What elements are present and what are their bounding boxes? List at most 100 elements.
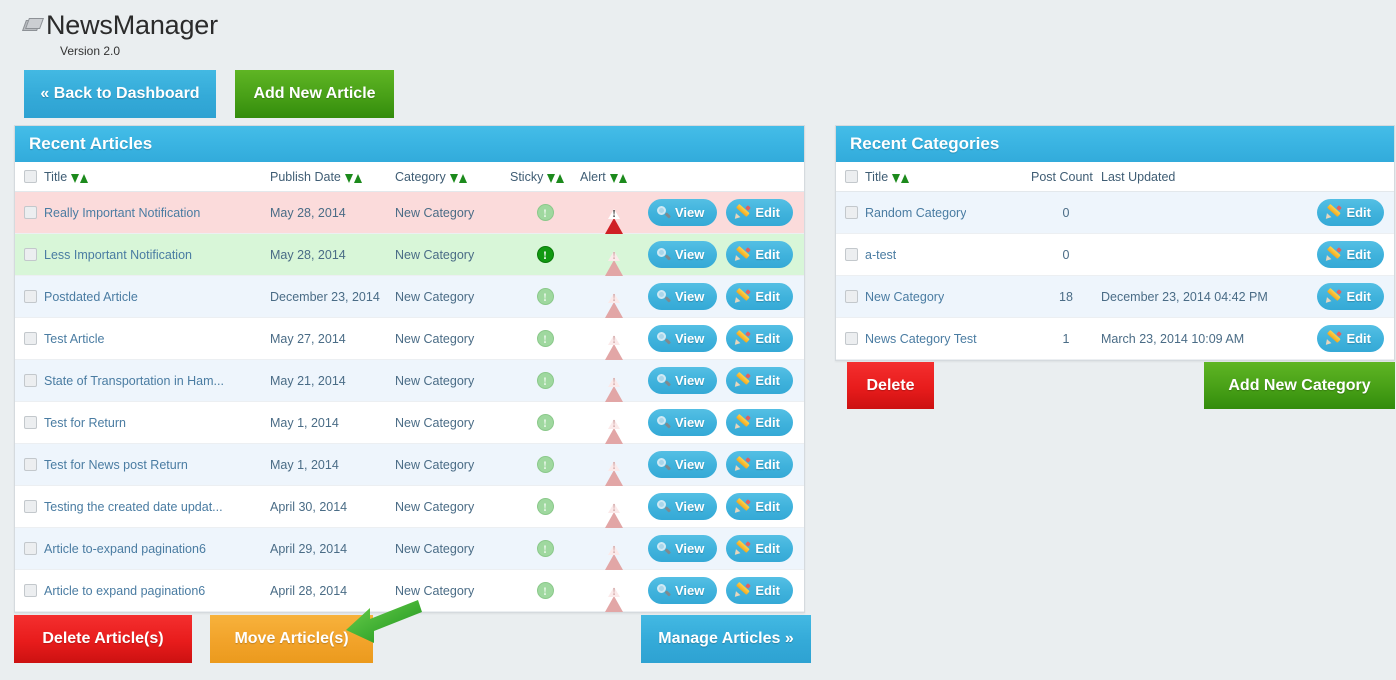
sort-alert-icon[interactable] xyxy=(609,174,627,183)
row-checkbox[interactable] xyxy=(24,584,37,597)
edit-button[interactable]: Edit xyxy=(1317,241,1384,268)
sort-publish-date-icon[interactable] xyxy=(344,174,362,183)
delete-category-button[interactable]: Delete xyxy=(847,362,934,409)
table-row[interactable]: Test Article May 27, 2014 New Category!! Vi… xyxy=(15,317,804,360)
alert-off-icon[interactable]: ! xyxy=(605,498,624,528)
edit-button[interactable]: Edit xyxy=(1317,325,1384,352)
view-button[interactable]: View xyxy=(648,241,718,268)
col-header-category[interactable]: Category xyxy=(395,162,510,192)
article-title-link[interactable]: Test for Return xyxy=(44,416,126,430)
table-row[interactable]: Article to-expand pagination6 April 29, 2… xyxy=(15,527,804,570)
table-row[interactable]: Postdated Article December 23, 2014 New Ca… xyxy=(15,275,804,318)
view-button[interactable]: View xyxy=(648,367,718,394)
sticky-off-icon[interactable]: ! xyxy=(536,288,554,305)
back-to-dashboard-button[interactable]: « Back to Dashboard xyxy=(24,70,216,118)
alert-off-icon[interactable]: ! xyxy=(605,414,624,444)
article-title-link[interactable]: Test for News post Return xyxy=(44,458,188,472)
row-checkbox[interactable] xyxy=(24,248,37,261)
row-checkbox[interactable] xyxy=(24,374,37,387)
row-checkbox[interactable] xyxy=(24,332,37,345)
sticky-off-icon[interactable]: ! xyxy=(536,204,554,221)
article-title-link[interactable]: Really Important Notification xyxy=(44,206,200,220)
sort-sticky-icon[interactable] xyxy=(547,174,565,183)
alert-off-icon[interactable]: ! xyxy=(605,330,624,360)
view-button[interactable]: View xyxy=(648,493,718,520)
article-title-link[interactable]: Article to expand pagination6 xyxy=(44,584,205,598)
sticky-off-icon[interactable]: ! xyxy=(536,540,554,557)
edit-button[interactable]: Edit xyxy=(726,367,793,394)
sticky-on-icon[interactable]: ! xyxy=(536,246,554,263)
article-title-link[interactable]: Test Article xyxy=(44,332,104,346)
row-checkbox[interactable] xyxy=(24,206,37,219)
sort-category-icon[interactable] xyxy=(449,174,467,183)
edit-button[interactable]: Edit xyxy=(726,199,793,226)
edit-button[interactable]: Edit xyxy=(1317,199,1384,226)
sticky-off-icon[interactable]: ! xyxy=(536,456,554,473)
alert-off-icon[interactable]: ! xyxy=(605,288,624,318)
row-checkbox[interactable] xyxy=(24,542,37,555)
row-checkbox[interactable] xyxy=(24,416,37,429)
row-checkbox[interactable] xyxy=(24,500,37,513)
add-new-category-button[interactable]: Add New Category xyxy=(1204,362,1395,409)
cat-col-header-title[interactable]: Title xyxy=(836,162,1031,192)
table-row[interactable]: Test for News post Return May 1, 2014 New … xyxy=(15,443,804,486)
row-checkbox[interactable] xyxy=(845,332,858,345)
category-title-link[interactable]: New Category xyxy=(865,290,944,304)
sticky-off-icon[interactable]: ! xyxy=(536,582,554,599)
row-checkbox[interactable] xyxy=(24,458,37,471)
table-row[interactable]: New Category 18 December 23, 2014 04:42 PM… xyxy=(836,275,1394,318)
article-title-link[interactable]: Less Important Notification xyxy=(44,248,192,262)
category-title-link[interactable]: News Category Test xyxy=(865,332,977,346)
alert-on-icon[interactable]: ! xyxy=(605,204,624,234)
sticky-off-icon[interactable]: ! xyxy=(536,414,554,431)
sticky-off-icon[interactable]: ! xyxy=(536,498,554,515)
edit-button[interactable]: Edit xyxy=(726,409,793,436)
move-articles-button[interactable]: Move Article(s) xyxy=(210,615,373,663)
article-title-link[interactable]: State of Transportation in Ham... xyxy=(44,374,224,388)
edit-button[interactable]: Edit xyxy=(726,241,793,268)
sort-title-icon[interactable] xyxy=(71,174,89,183)
col-header-title[interactable]: Title xyxy=(15,162,270,192)
delete-articles-button[interactable]: Delete Article(s) xyxy=(14,615,192,663)
view-button[interactable]: View xyxy=(648,535,718,562)
edit-button[interactable]: Edit xyxy=(726,493,793,520)
view-button[interactable]: View xyxy=(648,199,718,226)
article-title-link[interactable]: Postdated Article xyxy=(44,290,138,304)
edit-button[interactable]: Edit xyxy=(726,577,793,604)
sticky-off-icon[interactable]: ! xyxy=(536,372,554,389)
table-row[interactable]: Article to expand pagination6 April 28, 2… xyxy=(15,569,804,612)
col-header-publish-date[interactable]: Publish Date xyxy=(270,162,395,192)
sort-cat-title-icon[interactable] xyxy=(892,174,910,183)
edit-button[interactable]: Edit xyxy=(1317,283,1384,310)
article-title-link[interactable]: Testing the created date updat... xyxy=(44,500,223,514)
alert-off-icon[interactable]: ! xyxy=(605,582,624,612)
table-row[interactable]: State of Transportation in Ham... May 21,… xyxy=(15,359,804,402)
table-row[interactable]: Less Important Notification May 28, 2014 N… xyxy=(15,233,804,276)
view-button[interactable]: View xyxy=(648,577,718,604)
table-row[interactable]: News Category Test 1 March 23, 2014 10:09 … xyxy=(836,317,1394,360)
view-button[interactable]: View xyxy=(648,409,718,436)
edit-button[interactable]: Edit xyxy=(726,535,793,562)
alert-off-icon[interactable]: ! xyxy=(605,456,624,486)
category-title-link[interactable]: Random Category xyxy=(865,206,966,220)
edit-button[interactable]: Edit xyxy=(726,451,793,478)
table-row[interactable]: Testing the created date updat... April 3… xyxy=(15,485,804,528)
select-all-articles-checkbox[interactable] xyxy=(24,170,37,183)
col-header-alert[interactable]: Alert xyxy=(580,162,648,192)
add-new-article-button[interactable]: Add New Article xyxy=(235,70,394,118)
view-button[interactable]: View xyxy=(648,451,718,478)
manage-articles-button[interactable]: Manage Articles » xyxy=(641,615,811,663)
edit-button[interactable]: Edit xyxy=(726,325,793,352)
sticky-off-icon[interactable]: ! xyxy=(536,330,554,347)
alert-off-icon[interactable]: ! xyxy=(605,540,624,570)
edit-button[interactable]: Edit xyxy=(726,283,793,310)
table-row[interactable]: Really Important Notification May 28, 201… xyxy=(15,191,804,234)
article-title-link[interactable]: Article to-expand pagination6 xyxy=(44,542,206,556)
row-checkbox[interactable] xyxy=(24,290,37,303)
table-row[interactable]: Random Category 0 Edit xyxy=(836,191,1394,234)
view-button[interactable]: View xyxy=(648,283,718,310)
alert-off-icon[interactable]: ! xyxy=(605,246,624,276)
view-button[interactable]: View xyxy=(648,325,718,352)
category-title-link[interactable]: a-test xyxy=(865,248,896,262)
table-row[interactable]: Test for Return May 1, 2014 New Category!!… xyxy=(15,401,804,444)
